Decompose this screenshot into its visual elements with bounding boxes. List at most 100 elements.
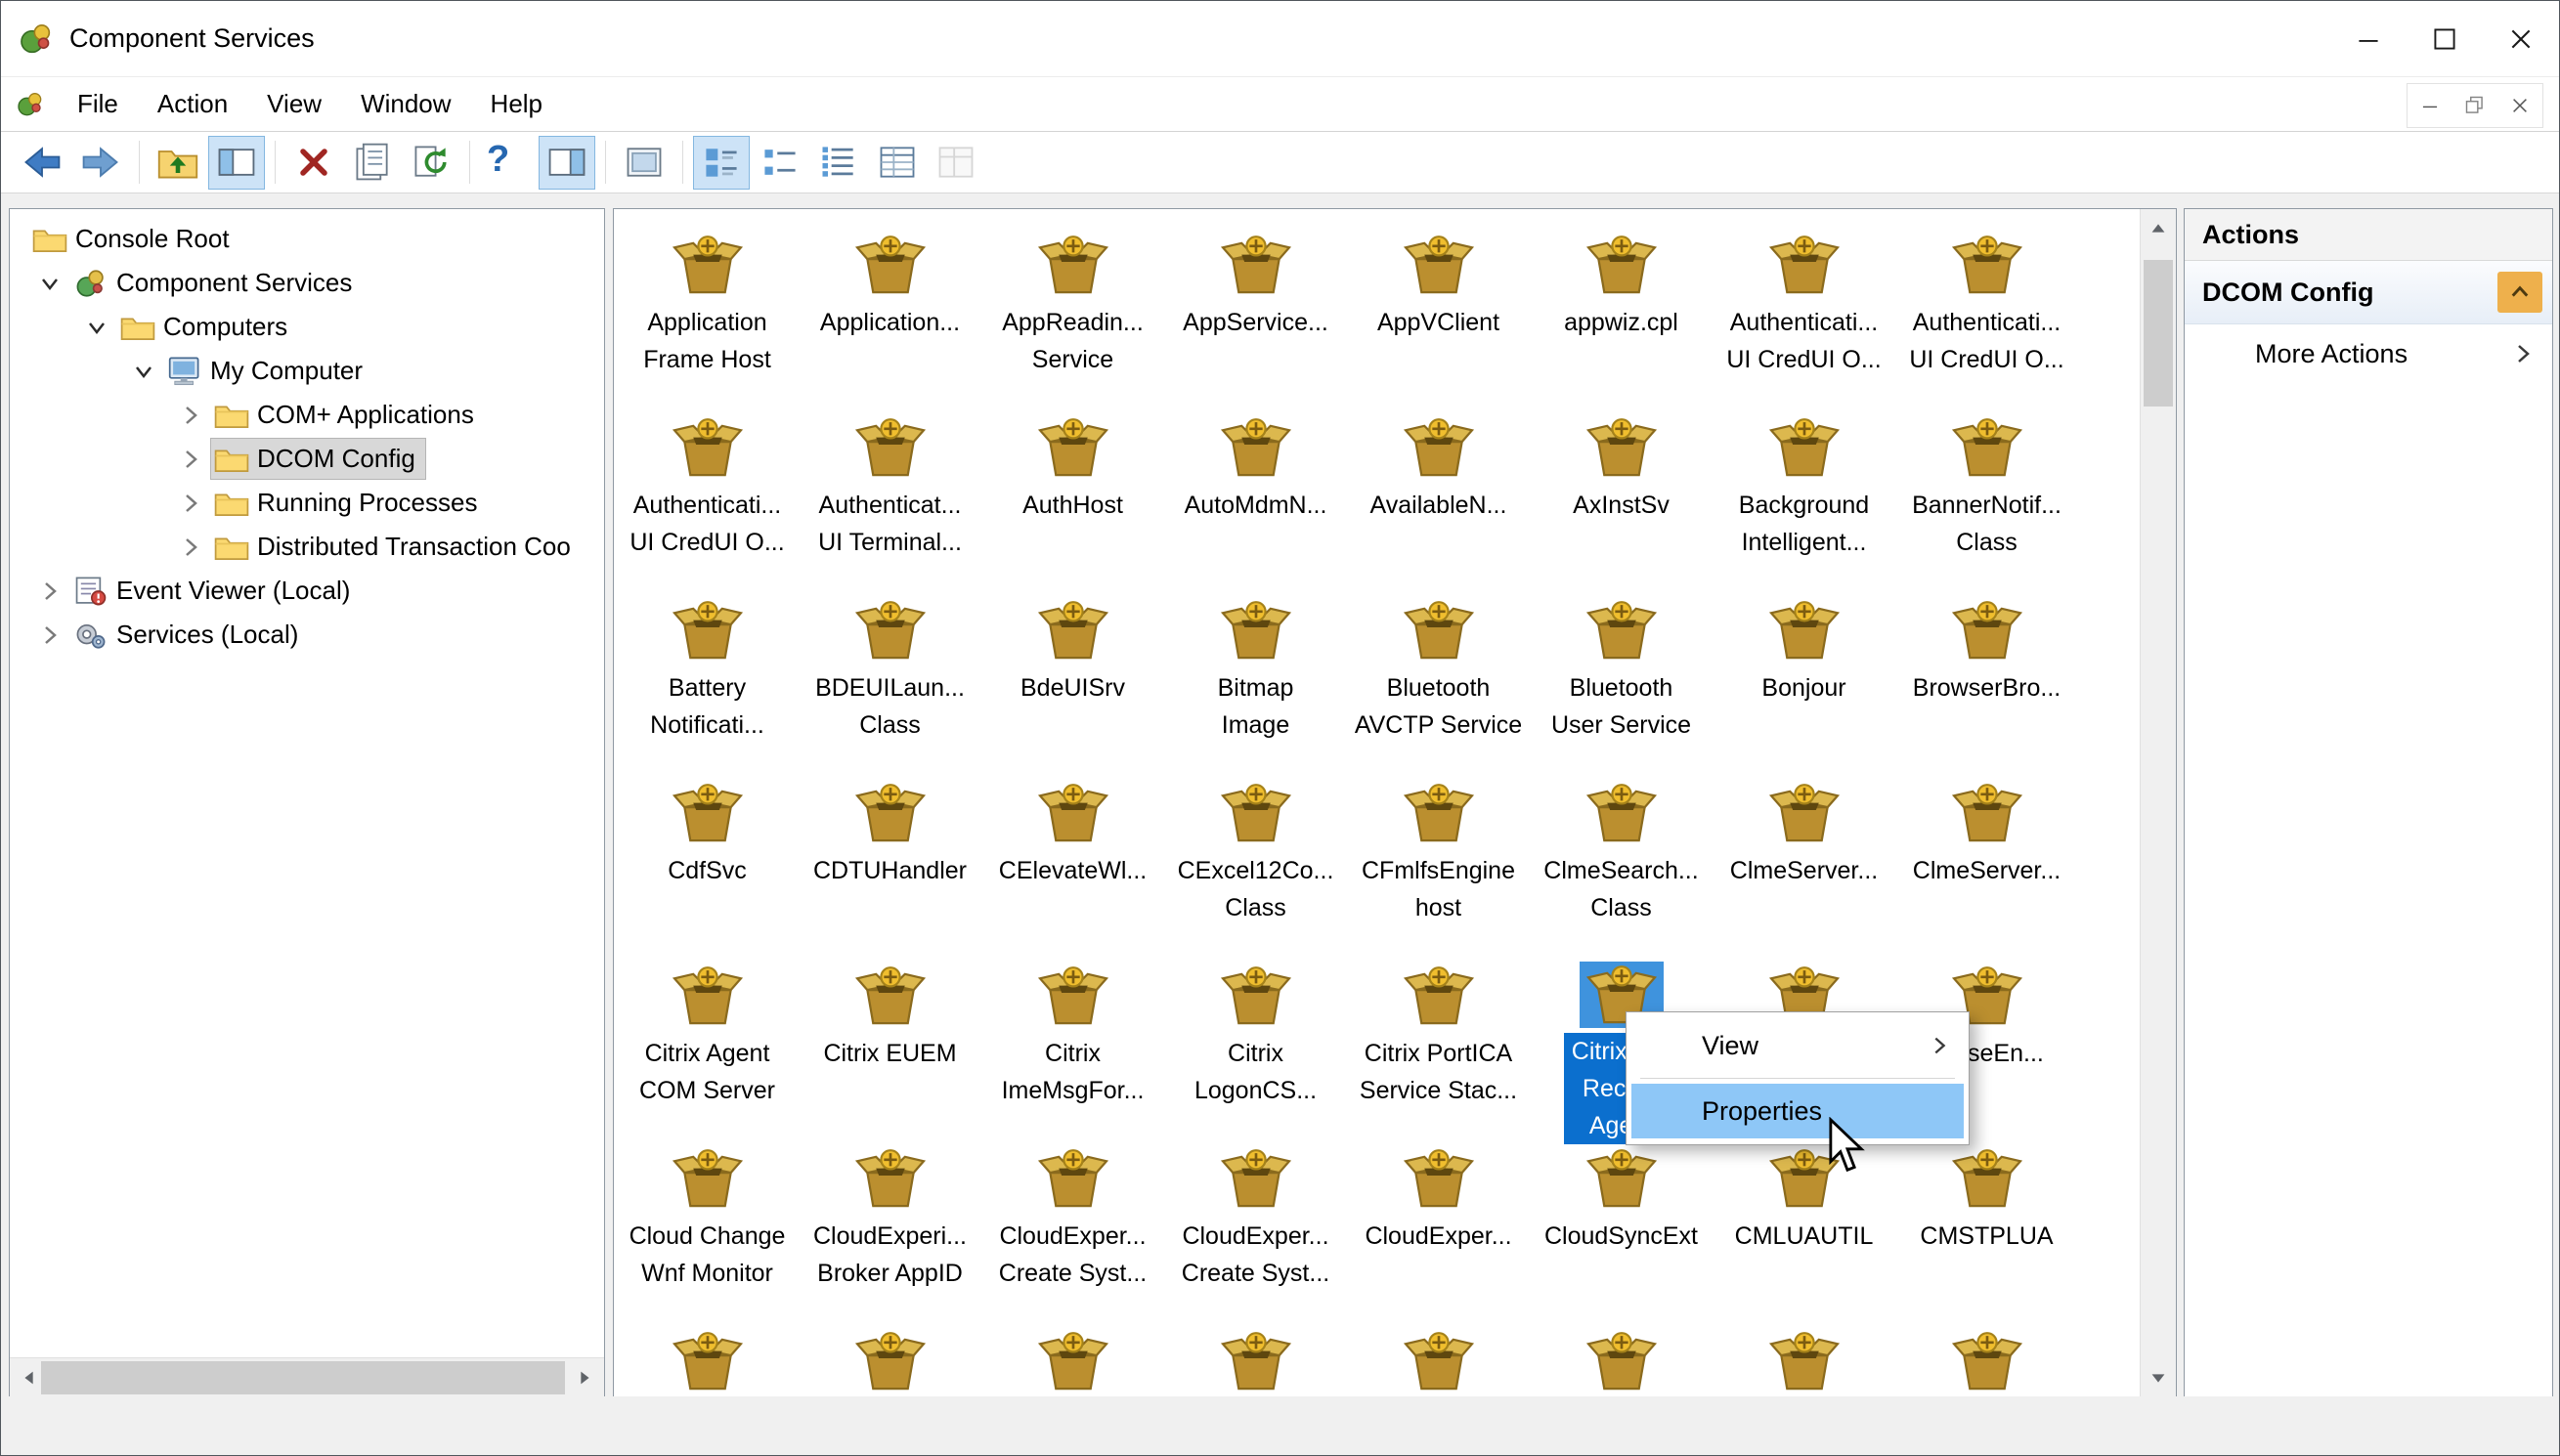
- dcom-item[interactable]: [981, 1327, 1164, 1397]
- tree-item-distributed-transaction-coo[interactable]: Distributed Transaction Coo: [10, 525, 604, 569]
- more-actions-item[interactable]: More Actions: [2185, 324, 2552, 383]
- tree-item-console-root[interactable]: Console Root: [10, 217, 604, 261]
- up-one-level-button[interactable]: [150, 136, 206, 190]
- view-customize-button[interactable]: [928, 136, 984, 190]
- context-menu-item-view[interactable]: View: [1631, 1018, 1964, 1073]
- dcom-item-appvclient[interactable]: AppVClient: [1347, 231, 1530, 413]
- dcom-item[interactable]: [1530, 1327, 1713, 1397]
- dcom-item-bluetooth-user-service[interactable]: Bluetooth User Service: [1530, 596, 1713, 779]
- dcom-item-clmeserver[interactable]: ClmeServer...: [1895, 779, 2078, 962]
- view-small-icons-button[interactable]: [752, 136, 808, 190]
- chevron-right-icon[interactable]: [170, 437, 211, 481]
- dcom-item-citrix-imemsgfor[interactable]: Citrix ImeMsgFor...: [981, 962, 1164, 1144]
- close-button[interactable]: [2483, 1, 2559, 76]
- menu-view[interactable]: View: [247, 77, 341, 131]
- dcom-item-appreadin-service[interactable]: AppReadin... Service: [981, 231, 1164, 413]
- dcom-item-clmesearch-class[interactable]: ClmeSearch... Class: [1530, 779, 1713, 962]
- dcom-item[interactable]: [616, 1327, 799, 1397]
- dcom-item-cloudexperi-broker-appid[interactable]: CloudExperi... Broker AppID: [799, 1144, 981, 1327]
- chevron-right-icon[interactable]: [170, 481, 211, 525]
- dcom-item-availablen[interactable]: AvailableN...: [1347, 413, 1530, 596]
- dcom-item-cloudexper-create-syst[interactable]: CloudExper... Create Syst...: [981, 1144, 1164, 1327]
- dcom-item[interactable]: [1895, 1327, 2078, 1397]
- menu-help[interactable]: Help: [471, 77, 562, 131]
- dcom-item-citrix-portica-service-stac[interactable]: Citrix PortICA Service Stac...: [1347, 962, 1530, 1144]
- chevron-right-icon[interactable]: [29, 613, 70, 657]
- view-list-button[interactable]: [810, 136, 867, 190]
- export-list-button[interactable]: [616, 136, 673, 190]
- scroll-down-arrow[interactable]: [2141, 1358, 2176, 1397]
- actions-section-dcom-config[interactable]: DCOM Config: [2185, 261, 2552, 324]
- dcom-item-application-frame-host[interactable]: Application Frame Host: [616, 231, 799, 413]
- dcom-item-cfmlfsengine-host[interactable]: CFmlfsEngine host: [1347, 779, 1530, 962]
- dcom-item-cexcel12co-class[interactable]: CExcel12Co... Class: [1164, 779, 1347, 962]
- dcom-item-automdmn[interactable]: AutoMdmN...: [1164, 413, 1347, 596]
- dcom-item-cmstplua[interactable]: CMSTPLUA: [1895, 1144, 2078, 1327]
- dcom-item-bdeuisrv[interactable]: BdeUISrv: [981, 596, 1164, 779]
- dcom-item-appservice[interactable]: AppService...: [1164, 231, 1347, 413]
- child-close-button[interactable]: [2497, 84, 2542, 127]
- dcom-item-bitmap-image[interactable]: Bitmap Image: [1164, 596, 1347, 779]
- tree-item-event-viewer-local[interactable]: Event Viewer (Local): [10, 569, 604, 613]
- back-button[interactable]: [14, 136, 70, 190]
- tree-item-component-services[interactable]: Component Services: [10, 261, 604, 305]
- tree-item-services-local[interactable]: Services (Local): [10, 613, 604, 657]
- dcom-item[interactable]: [1347, 1327, 1530, 1397]
- dcom-item-bluetooth-avctp-service[interactable]: Bluetooth AVCTP Service: [1347, 596, 1530, 779]
- dcom-item-browserbro[interactable]: BrowserBro...: [1895, 596, 2078, 779]
- chevron-right-icon[interactable]: [29, 569, 70, 613]
- dcom-item[interactable]: [1713, 1327, 1895, 1397]
- show-hide-action-pane-button[interactable]: [539, 135, 595, 190]
- forward-button[interactable]: [72, 136, 129, 190]
- dcom-item-citrix-agent-com-server[interactable]: Citrix Agent COM Server: [616, 962, 799, 1144]
- delete-button[interactable]: [285, 136, 342, 190]
- dcom-item-bannernotif-class[interactable]: BannerNotif... Class: [1895, 413, 2078, 596]
- chevron-down-icon[interactable]: [29, 261, 70, 305]
- collapse-section-button[interactable]: [2497, 272, 2542, 313]
- dcom-item[interactable]: [799, 1327, 981, 1397]
- chevron-down-icon[interactable]: [123, 349, 164, 393]
- scroll-up-arrow[interactable]: [2141, 209, 2176, 248]
- dcom-item-authhost[interactable]: AuthHost: [981, 413, 1164, 596]
- dcom-item-application[interactable]: Application...: [799, 231, 981, 413]
- tree-horizontal-scrollbar[interactable]: [10, 1357, 604, 1397]
- tree-item-running-processes[interactable]: Running Processes: [10, 481, 604, 525]
- dcom-item-bdeuilaun-class[interactable]: BDEUILaun... Class: [799, 596, 981, 779]
- dcom-item-appwiz-cpl[interactable]: appwiz.cpl: [1530, 231, 1713, 413]
- refresh-button[interactable]: [403, 136, 459, 190]
- view-icons-button[interactable]: [693, 135, 750, 190]
- dcom-item-axinstsv[interactable]: AxInstSv: [1530, 413, 1713, 596]
- dcom-item-celevatewl[interactable]: CElevateWl...: [981, 779, 1164, 962]
- dcom-item-bonjour[interactable]: Bonjour: [1713, 596, 1895, 779]
- dcom-item-cloud-change-wnf-monitor[interactable]: Cloud Change Wnf Monitor: [616, 1144, 799, 1327]
- dcom-item-cdfsvc[interactable]: CdfSvc: [616, 779, 799, 962]
- menu-action[interactable]: Action: [138, 77, 247, 131]
- menu-file[interactable]: File: [58, 77, 138, 131]
- dcom-item-citrix-euem[interactable]: Citrix EUEM: [799, 962, 981, 1144]
- dcom-item-citrix-logoncs[interactable]: Citrix LogonCS...: [1164, 962, 1347, 1144]
- dcom-item-cdtuhandler[interactable]: CDTUHandler: [799, 779, 981, 962]
- dcom-item-background-intelligent[interactable]: Background Intelligent...: [1713, 413, 1895, 596]
- tree-item-com-applications[interactable]: COM+ Applications: [10, 393, 604, 437]
- properties-button[interactable]: [344, 136, 401, 190]
- minimize-button[interactable]: [2330, 1, 2407, 76]
- show-hide-console-tree-button[interactable]: [208, 135, 265, 190]
- view-details-button[interactable]: [869, 136, 926, 190]
- dcom-item-authenticati-ui-credui-o[interactable]: Authenticati... UI CredUI O...: [1895, 231, 2078, 413]
- vertical-scrollbar-thumb[interactable]: [2144, 260, 2173, 407]
- maximize-button[interactable]: [2407, 1, 2483, 76]
- dcom-item-battery-notificati[interactable]: Battery Notificati...: [616, 596, 799, 779]
- context-menu-item-properties[interactable]: Properties: [1631, 1084, 1964, 1138]
- chevron-right-icon[interactable]: [170, 393, 211, 437]
- dcom-item-authenticati-ui-credui-o[interactable]: Authenticati... UI CredUI O...: [1713, 231, 1895, 413]
- dcom-item-cloudexper-create-syst[interactable]: CloudExper... Create Syst...: [1164, 1144, 1347, 1327]
- scroll-right-arrow[interactable]: [565, 1358, 604, 1397]
- tree-item-dcom-config[interactable]: DCOM Config: [10, 437, 604, 481]
- dcom-item[interactable]: [1164, 1327, 1347, 1397]
- chevron-down-icon[interactable]: [76, 305, 117, 349]
- horizontal-scrollbar-thumb[interactable]: [41, 1361, 565, 1394]
- menu-window[interactable]: Window: [341, 77, 470, 131]
- help-button[interactable]: ?: [480, 136, 537, 190]
- dcom-item-authenticati-ui-credui-o[interactable]: Authenticati... UI CredUI O...: [616, 413, 799, 596]
- list-vertical-scrollbar[interactable]: [2140, 209, 2176, 1397]
